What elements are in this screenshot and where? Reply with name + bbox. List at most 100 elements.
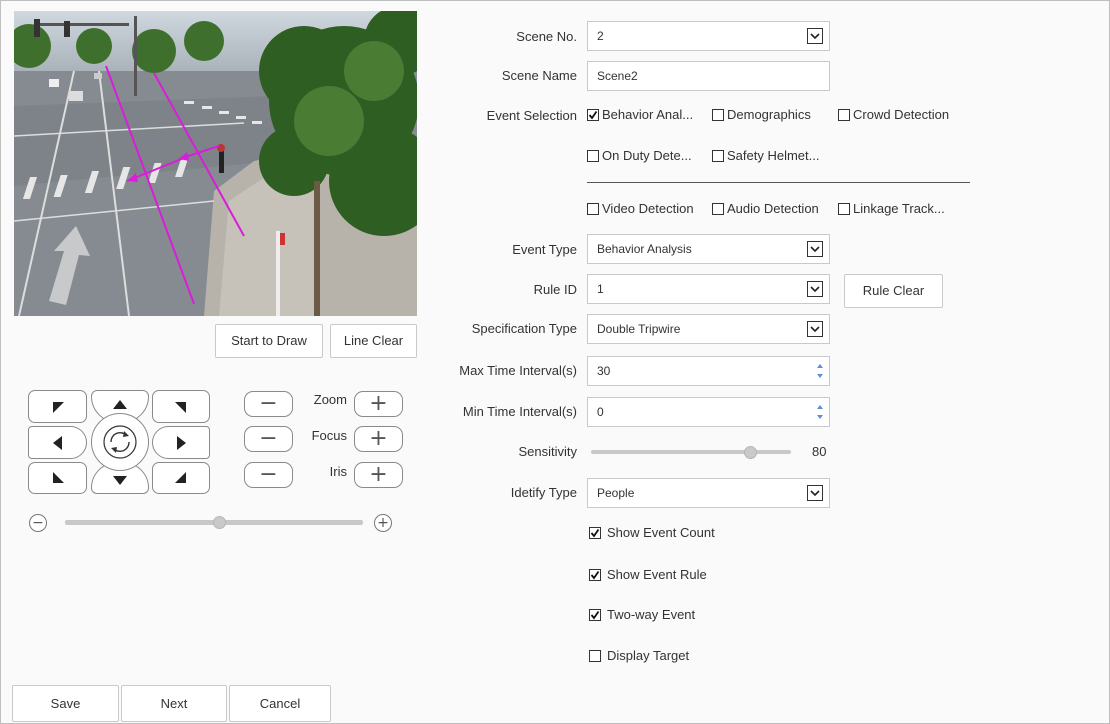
checkbox-label: Show Event Count bbox=[607, 525, 715, 540]
ptz-up-right-button[interactable] bbox=[152, 390, 210, 423]
ptz-auto-rotate-button[interactable] bbox=[91, 413, 149, 471]
ptz-left-button[interactable] bbox=[28, 426, 87, 459]
checkbox-label: Video Detection bbox=[602, 201, 694, 216]
start-to-draw-button[interactable]: Start to Draw bbox=[215, 324, 323, 358]
cancel-button[interactable]: Cancel bbox=[229, 685, 331, 722]
arrow-up-icon bbox=[113, 399, 127, 409]
chevron-down-icon bbox=[807, 485, 823, 501]
two-way-event-checkbox[interactable]: Two-way Event bbox=[589, 607, 695, 622]
scene-name-input[interactable]: Scene2 bbox=[587, 61, 830, 91]
identify-type-value: People bbox=[597, 486, 635, 500]
event-crowd-detection-checkbox[interactable]: Crowd Detection bbox=[838, 107, 949, 122]
specification-type-value: Double Tripwire bbox=[597, 322, 681, 336]
checkbox-box bbox=[589, 526, 601, 539]
scene-no-select[interactable]: 2 bbox=[587, 21, 830, 51]
sensitivity-label: Sensitivity bbox=[518, 444, 577, 459]
max-time-interval-input[interactable]: 30 bbox=[587, 356, 830, 386]
event-type-label: Event Type bbox=[512, 242, 577, 257]
display-target-checkbox[interactable]: Display Target bbox=[589, 648, 689, 663]
checkbox-box bbox=[589, 649, 601, 662]
identify-type-select[interactable]: People bbox=[587, 478, 830, 508]
chevron-down-icon bbox=[807, 281, 823, 297]
zoom-out-button[interactable]: − bbox=[244, 391, 293, 417]
rule-id-value: 1 bbox=[597, 282, 604, 296]
checkbox-label: Crowd Detection bbox=[853, 107, 950, 122]
ptz-right-button[interactable] bbox=[152, 426, 210, 459]
event-audio-detection-checkbox[interactable]: Audio Detection bbox=[712, 201, 819, 216]
ptz-up-left-button[interactable] bbox=[28, 390, 87, 423]
camera-preview[interactable] bbox=[14, 11, 417, 316]
checkbox-box bbox=[712, 108, 724, 121]
checkbox-box bbox=[712, 202, 724, 215]
camera-scene-image bbox=[14, 11, 417, 316]
sensitivity-thumb[interactable] bbox=[744, 446, 757, 459]
checkbox-label: Safety Helmet... bbox=[727, 148, 820, 163]
arrow-up-left-icon bbox=[52, 401, 64, 413]
specification-type-label: Specification Type bbox=[471, 321, 577, 336]
sensitivity-track[interactable] bbox=[591, 450, 791, 454]
specification-type-select[interactable]: Double Tripwire bbox=[587, 314, 830, 344]
checkbox-box bbox=[587, 149, 599, 162]
event-type-select[interactable]: Behavior Analysis bbox=[587, 234, 830, 264]
iris-close-button[interactable]: − bbox=[244, 462, 293, 488]
ptz-down-left-button[interactable] bbox=[28, 462, 87, 494]
checkbox-label: Behavior Anal... bbox=[602, 107, 694, 122]
event-video-detection-checkbox[interactable]: Video Detection bbox=[587, 201, 694, 216]
scene-name-value: Scene2 bbox=[597, 69, 638, 83]
event-selection-label: Event Selection bbox=[486, 108, 577, 123]
chevron-down-icon bbox=[807, 321, 823, 337]
min-time-interval-input[interactable]: 0 bbox=[587, 397, 830, 427]
rotate-icon bbox=[103, 425, 137, 459]
sensitivity-value: 80 bbox=[812, 444, 827, 459]
smart-event-config-panel: Start to Draw Line Clear − Zoom + − Focu bbox=[0, 0, 1110, 724]
checkbox-box bbox=[838, 108, 850, 121]
scene-no-value: 2 bbox=[597, 29, 604, 43]
event-type-value: Behavior Analysis bbox=[597, 242, 692, 256]
arrow-left-icon bbox=[52, 435, 62, 450]
focus-label: Focus bbox=[311, 428, 347, 443]
checkbox-box bbox=[587, 108, 599, 121]
rule-id-label: Rule ID bbox=[533, 282, 577, 297]
spinner-arrows-icon[interactable] bbox=[816, 361, 824, 381]
arrow-up-right-icon bbox=[175, 401, 186, 413]
checkbox-label: Display Target bbox=[607, 648, 690, 663]
spinner-arrows-icon[interactable] bbox=[816, 402, 824, 422]
identify-type-label: Idetify Type bbox=[510, 485, 577, 500]
checkbox-box bbox=[712, 149, 724, 162]
min-time-interval-label: Min Time Interval(s) bbox=[462, 404, 577, 419]
checkbox-box bbox=[589, 608, 601, 621]
speed-increase-button[interactable]: + bbox=[374, 514, 392, 532]
show-event-rule-checkbox[interactable]: Show Event Rule bbox=[589, 567, 707, 582]
iris-label: Iris bbox=[329, 464, 347, 479]
rule-id-select[interactable]: 1 bbox=[587, 274, 830, 304]
max-time-interval-label: Max Time Interval(s) bbox=[459, 363, 577, 378]
event-on-duty-detection-checkbox[interactable]: On Duty Dete... bbox=[587, 148, 692, 163]
save-button[interactable]: Save bbox=[12, 685, 119, 722]
min-time-interval-value: 0 bbox=[597, 405, 604, 419]
checkbox-label: Show Event Rule bbox=[607, 567, 707, 582]
rule-clear-button[interactable]: Rule Clear bbox=[844, 274, 943, 308]
checkbox-label: Demographics bbox=[727, 107, 811, 122]
next-button[interactable]: Next bbox=[121, 685, 227, 722]
focus-near-button[interactable]: − bbox=[244, 426, 293, 452]
show-event-count-checkbox[interactable]: Show Event Count bbox=[589, 525, 715, 540]
scene-no-label: Scene No. bbox=[516, 29, 577, 44]
event-demographics-checkbox[interactable]: Demographics bbox=[712, 107, 811, 122]
chevron-down-icon bbox=[807, 28, 823, 44]
event-linkage-tracking-checkbox[interactable]: Linkage Track... bbox=[838, 201, 945, 216]
ptz-down-right-button[interactable] bbox=[152, 462, 210, 494]
event-safety-helmet-checkbox[interactable]: Safety Helmet... bbox=[712, 148, 819, 163]
checkbox-label: Two-way Event bbox=[607, 607, 696, 622]
checkbox-box bbox=[838, 202, 850, 215]
ptz-speed-thumb[interactable] bbox=[212, 516, 226, 529]
checkbox-label: On Duty Dete... bbox=[602, 148, 692, 163]
event-behavior-analysis-checkbox[interactable]: Behavior Anal... bbox=[587, 107, 693, 122]
checkbox-label: Audio Detection bbox=[727, 201, 819, 216]
speed-decrease-button[interactable]: − bbox=[29, 514, 47, 532]
divider bbox=[587, 182, 970, 183]
arrow-down-icon bbox=[113, 476, 127, 485]
checkbox-box bbox=[587, 202, 599, 215]
max-time-interval-value: 30 bbox=[597, 364, 611, 378]
chevron-down-icon bbox=[807, 241, 823, 257]
checkbox-box bbox=[589, 568, 601, 581]
